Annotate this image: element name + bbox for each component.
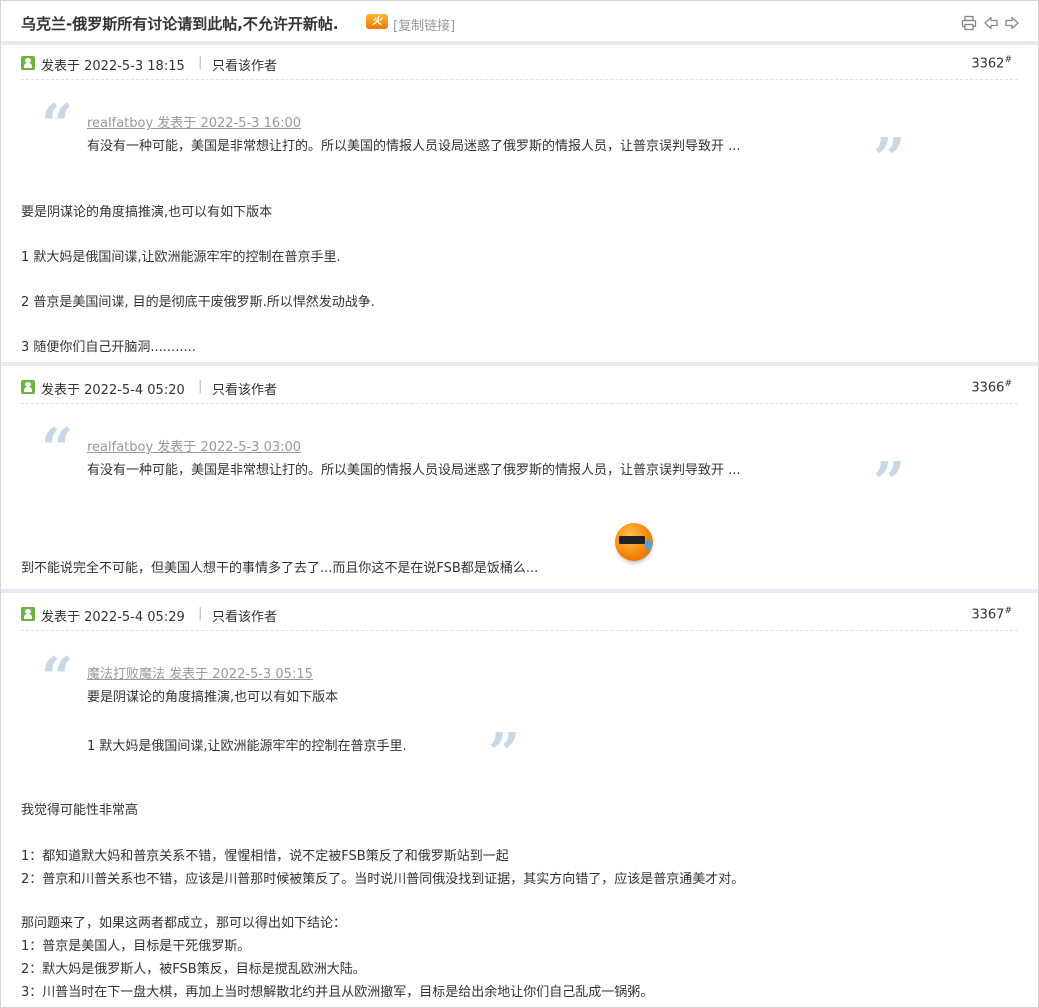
quote-text: 1 默大妈是俄国间谍,让欧洲能源牢牢的控制在普京手里. <box>87 739 407 754</box>
floor-mark: # <box>1004 379 1012 389</box>
post-text-line: 3：川普当时在下一盘大棋，再加上当时想解散北约并且从欧洲撤军，目标是给出余地让你… <box>21 985 654 1000</box>
quote-text: 有没有一种可能，美国是非常想让打的。所以美国的情报人员设局迷惑了俄罗斯的情报人员… <box>87 139 741 154</box>
thread-view: 乌克兰-俄罗斯所有讨论请到此帖,不允许开新帖. 火 [复制链接] 发表于 202… <box>0 0 1039 1008</box>
thread-title: 乌克兰-俄罗斯所有讨论请到此帖,不允许开新帖. <box>21 15 339 33</box>
online-status-icon <box>21 380 35 394</box>
post-text-line: 那问题来了，如果这两者都成立，那可以得出如下结论： <box>21 916 347 931</box>
prev-thread-icon[interactable] <box>983 15 999 31</box>
view-author-only-link[interactable]: 只看该作者 <box>212 606 277 625</box>
cool-sweat-emoji-icon <box>615 523 653 561</box>
post-text-line: 到不能说完全不可能，但美国人想干的事情多了去了...而且你这不是在说FSB都是饭… <box>21 561 539 576</box>
view-author-only-link[interactable]: 只看该作者 <box>212 55 277 74</box>
post-text-line: 3 随便你们自己开脑洞........... <box>21 340 196 355</box>
sunglasses-shape <box>619 536 645 544</box>
post-text-line: 2 普京是美国间谍, 目的是彻底干废俄罗斯.所以悍然发动战争. <box>21 295 375 310</box>
post-text-line: 1：普京是美国人，目标是干死俄罗斯。 <box>21 939 251 954</box>
close-quote-icon: ” <box>873 450 906 516</box>
post-text-line: 2：普京和川普关系也不错，应该是川普那时候被策反了。当时说川普同俄没找到证据，其… <box>21 872 745 887</box>
view-author-only-link[interactable]: 只看该作者 <box>212 379 277 398</box>
post-text-line: 1 默大妈是俄国间谍,让欧洲能源牢牢的控制在普京手里. <box>21 250 341 265</box>
floor-number-value: 3366 <box>971 380 1005 396</box>
post-date: 发表于 2022-5-4 05:20 <box>41 383 185 398</box>
post-text-line: 我觉得可能性非常高 <box>21 803 139 818</box>
online-status-icon <box>21 56 35 70</box>
open-quote-icon: “ <box>41 92 74 158</box>
hot-badge: 火 <box>366 14 388 29</box>
sweat-drop-shape <box>645 540 652 550</box>
close-quote-icon: ” <box>488 721 521 787</box>
floor-number[interactable]: 3366# <box>971 379 1012 395</box>
floor-mark: # <box>1004 55 1012 65</box>
separator: | <box>198 606 203 621</box>
post-header: 发表于 2022-5-3 18:15 | 只看该作者 3362# <box>21 49 1018 80</box>
separator: | <box>198 55 203 70</box>
floor-number-value: 3367 <box>971 607 1005 623</box>
next-thread-icon[interactable] <box>1004 15 1020 31</box>
quote-text: 要是阴谋论的角度搞推演,也可以有如下版本 <box>87 690 339 705</box>
quote-author-link[interactable]: realfatboy 发表于 2022-5-3 16:00 <box>87 112 301 131</box>
post-3362: 发表于 2022-5-3 18:15 | 只看该作者 3362# “ realf… <box>1 49 1038 361</box>
post-3367: 发表于 2022-5-4 05:29 | 只看该作者 3367# “ 魔法打败魔… <box>1 600 1038 1007</box>
quote-author-link[interactable]: 魔法打败魔法 发表于 2022-5-3 05:15 <box>87 663 313 682</box>
post-separator <box>1 362 1038 366</box>
quote-author-link[interactable]: realfatboy 发表于 2022-5-3 03:00 <box>87 436 301 455</box>
copy-link-button[interactable]: [复制链接] <box>393 15 455 34</box>
post-date: 发表于 2022-5-4 05:29 <box>41 610 185 625</box>
post-header: 发表于 2022-5-4 05:20 | 只看该作者 3366# <box>21 373 1018 404</box>
close-quote-icon: ” <box>873 126 906 192</box>
quote-text: 有没有一种可能，美国是非常想让打的。所以美国的情报人员设局迷惑了俄罗斯的情报人员… <box>87 463 741 478</box>
post-text-line: 要是阴谋论的角度搞推演,也可以有如下版本 <box>21 205 273 220</box>
post-separator <box>1 41 1038 45</box>
post-separator <box>1 589 1038 593</box>
floor-mark: # <box>1004 606 1012 616</box>
post-date: 发表于 2022-5-3 18:15 <box>41 59 185 74</box>
open-quote-icon: “ <box>41 416 74 482</box>
thread-header: 乌克兰-俄罗斯所有讨论请到此帖,不允许开新帖. 火 [复制链接] <box>1 1 1038 42</box>
print-icon[interactable] <box>961 15 977 31</box>
open-quote-icon: “ <box>41 645 74 711</box>
post-text-line: 1：都知道默大妈和普京关系不错，惺惺相惜，说不定被FSB策反了和俄罗斯站到一起 <box>21 849 509 864</box>
floor-number-value: 3362 <box>971 56 1005 72</box>
floor-number[interactable]: 3362# <box>971 55 1012 71</box>
post-3366: 发表于 2022-5-4 05:20 | 只看该作者 3366# “ realf… <box>1 373 1038 587</box>
post-header: 发表于 2022-5-4 05:29 | 只看该作者 3367# <box>21 600 1018 631</box>
floor-number[interactable]: 3367# <box>971 606 1012 622</box>
online-status-icon <box>21 607 35 621</box>
separator: | <box>198 379 203 394</box>
post-text-line: 2：默大妈是俄罗斯人，被FSB策反，目标是搅乱欧洲大陆。 <box>21 962 366 977</box>
